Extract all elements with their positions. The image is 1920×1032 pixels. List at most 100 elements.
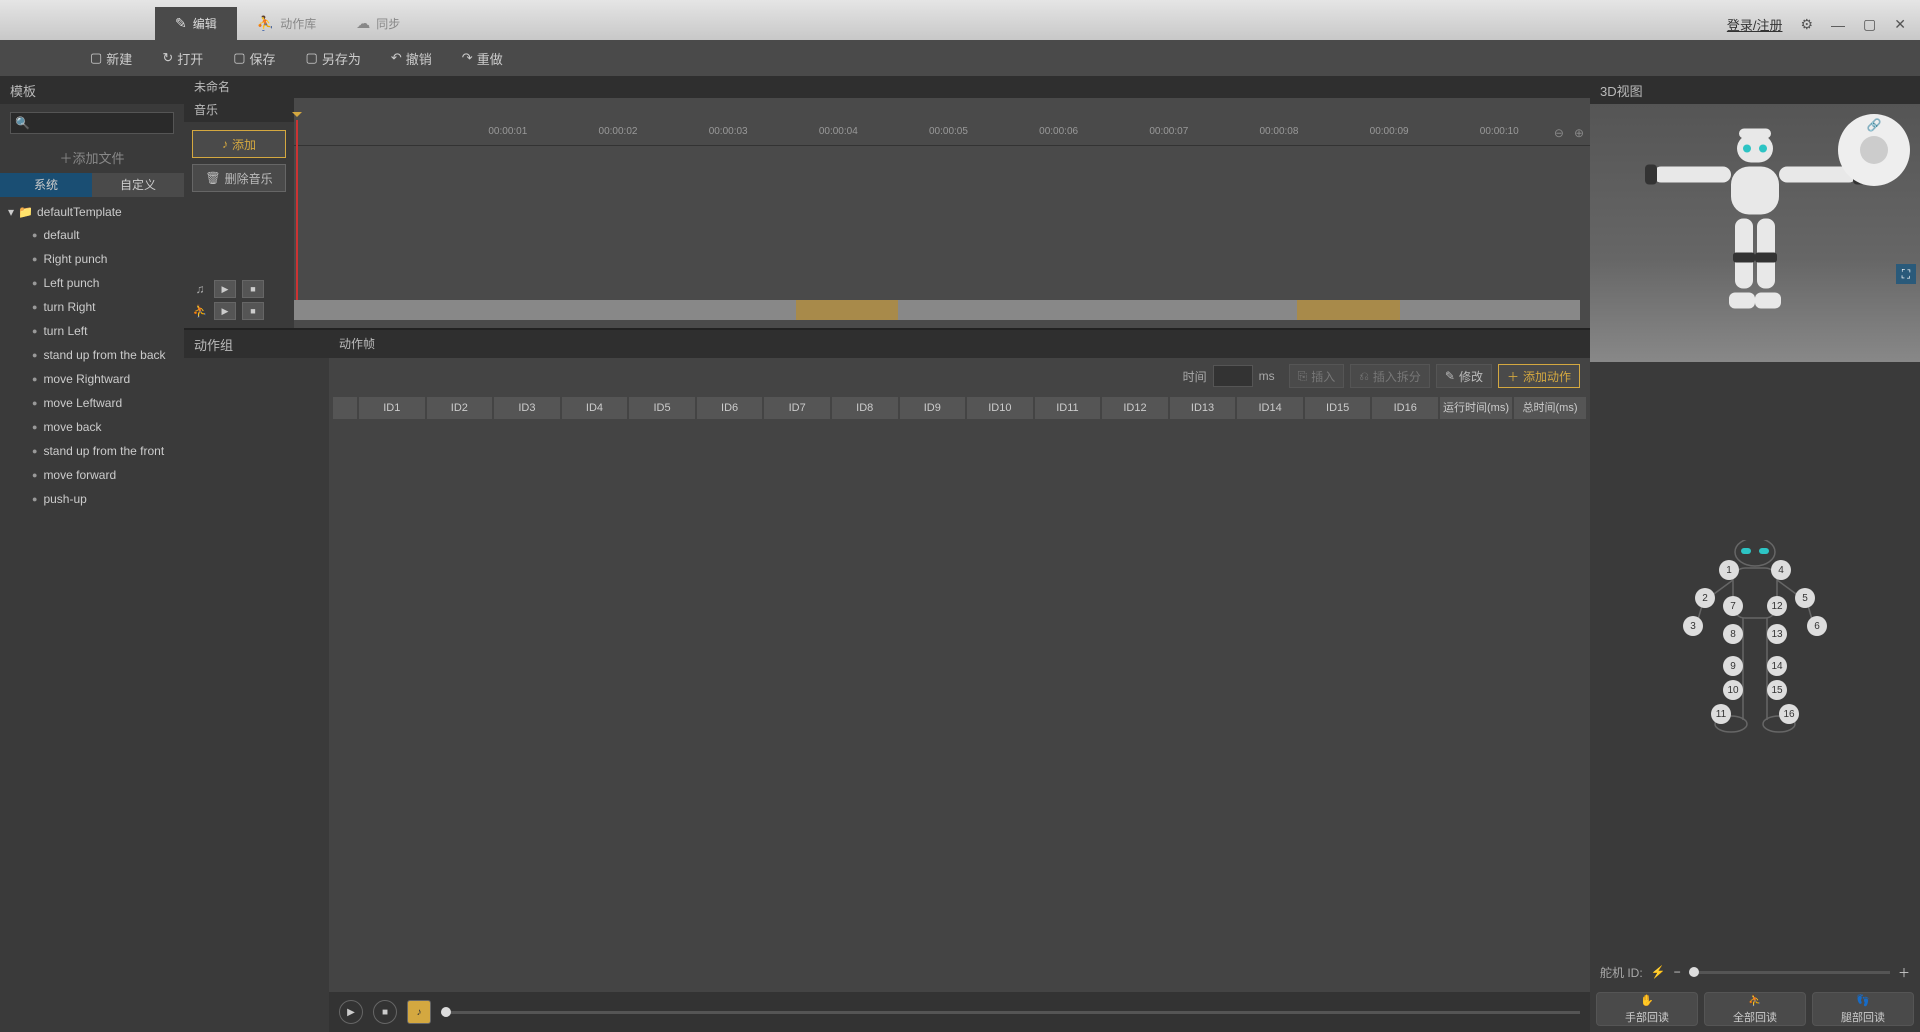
toolbar-新建[interactable]: ▢新建 — [90, 49, 132, 68]
servo-node-4[interactable]: 4 — [1771, 560, 1791, 580]
template-item[interactable]: turn Left — [0, 319, 184, 343]
playhead[interactable] — [296, 120, 298, 300]
zoom-out-icon[interactable]: ⊖ — [1554, 126, 1564, 140]
main-tab-编辑[interactable]: ✎编辑 — [155, 7, 237, 40]
zoom-in-icon[interactable]: ⊕ — [1574, 126, 1584, 140]
minus-button[interactable]: − — [1674, 965, 1681, 979]
template-item[interactable]: stand up from the front — [0, 439, 184, 463]
toolbar-icon: ▢ — [233, 50, 245, 66]
music-toggle-button[interactable]: ♪ — [407, 1000, 431, 1024]
servo-node-10[interactable]: 10 — [1723, 680, 1743, 700]
modify-button[interactable]: ✎ 修改 — [1436, 364, 1492, 388]
template-item[interactable]: Right punch — [0, 247, 184, 271]
toolbar-撤销[interactable]: ↶撤销 — [391, 49, 432, 68]
play-button[interactable]: ▶ — [339, 1000, 363, 1024]
timeline-ruler: 00:00:0100:00:0200:00:0300:00:0400:00:05… — [294, 122, 1590, 146]
plus-button[interactable]: ＋ — [1898, 964, 1910, 981]
track-segment[interactable] — [1297, 300, 1400, 320]
action-play-button[interactable]: ▶ — [214, 302, 236, 320]
servo-id-label: 舵机 ID: — [1600, 964, 1643, 981]
titlebar: ✎编辑⛹动作库☁同步 登录/注册 ⚙ — ▢ ✕ — [0, 0, 1920, 40]
progress-thumb[interactable] — [441, 1007, 451, 1017]
center-area: 未命名 音乐 ♪ 添加 🗑 删除音乐 ♫ ▶ ■ ⛹ ▶ — [184, 76, 1590, 1032]
view3d[interactable]: 🔗 — [1590, 104, 1920, 362]
template-item[interactable]: turn Right — [0, 295, 184, 319]
ruler-tick: 00:00:08 — [1259, 126, 1298, 137]
servo-thumb[interactable] — [1689, 967, 1699, 977]
servo-node-13[interactable]: 13 — [1767, 624, 1787, 644]
stop-button[interactable]: ■ — [373, 1000, 397, 1024]
servo-node-6[interactable]: 6 — [1807, 616, 1827, 636]
add-music-button[interactable]: ♪ 添加 — [192, 130, 286, 158]
readback-button-2[interactable]: 👣腿部回读 — [1812, 992, 1914, 1026]
servo-node-14[interactable]: 14 — [1767, 656, 1787, 676]
template-item[interactable]: move Leftward — [0, 391, 184, 415]
insert-split-button[interactable]: ⎌ 插入拆分 — [1350, 364, 1430, 388]
settings-icon[interactable]: ⚙ — [1800, 16, 1813, 33]
template-item[interactable]: move forward — [0, 463, 184, 487]
servo-node-1[interactable]: 1 — [1719, 560, 1739, 580]
toolbar-icon: ▢ — [306, 50, 318, 66]
minimize-icon[interactable]: — — [1831, 17, 1845, 33]
subtab-自定义[interactable]: 自定义 — [92, 173, 184, 197]
servo-slider[interactable] — [1689, 971, 1890, 974]
template-item[interactable]: push-up — [0, 487, 184, 511]
track-segment[interactable] — [796, 300, 899, 320]
action-stop-button[interactable]: ■ — [242, 302, 264, 320]
right-panel: 3D视图 — [1590, 76, 1920, 1032]
hud-center-icon[interactable] — [1860, 136, 1888, 164]
login-link[interactable]: 登录/注册 — [1727, 15, 1783, 34]
template-item[interactable]: default — [0, 223, 184, 247]
readback-icon: ⛹ — [1748, 994, 1762, 1007]
template-item[interactable]: stand up from the back — [0, 343, 184, 367]
readback-button-0[interactable]: ✋手部回读 — [1596, 992, 1698, 1026]
maximize-icon[interactable]: ▢ — [1863, 16, 1876, 33]
view-controls-hud[interactable]: 🔗 — [1838, 114, 1910, 186]
music-panel: 音乐 ♪ 添加 🗑 删除音乐 ♫ ▶ ■ ⛹ ▶ ■ — [184, 98, 1590, 330]
insert-button[interactable]: ⎘ 插入 — [1289, 364, 1345, 388]
music-play-button[interactable]: ▶ — [214, 280, 236, 298]
toolbar-重做[interactable]: ↷重做 — [462, 49, 503, 68]
readback-button-1[interactable]: ⛹全部回读 — [1704, 992, 1806, 1026]
add-file-button[interactable]: ＋添加文件 — [0, 142, 184, 173]
time-input[interactable] — [1213, 365, 1253, 387]
ruler-tick: 00:00:02 — [599, 126, 638, 137]
folder-label: defaultTemplate — [37, 205, 122, 219]
servo-node-15[interactable]: 15 — [1767, 680, 1787, 700]
servo-node-5[interactable]: 5 — [1795, 588, 1815, 608]
link-icon[interactable]: 🔗 — [1867, 118, 1882, 132]
servo-node-12[interactable]: 12 — [1767, 596, 1787, 616]
tree-folder[interactable]: ▾ 📁 defaultTemplate — [0, 201, 184, 223]
servo-node-2[interactable]: 2 — [1695, 588, 1715, 608]
servo-node-3[interactable]: 3 — [1683, 616, 1703, 636]
template-item[interactable]: Left punch — [0, 271, 184, 295]
servo-node-8[interactable]: 8 — [1723, 624, 1743, 644]
action-icon: ⛹ — [192, 304, 208, 318]
music-stop-button[interactable]: ■ — [242, 280, 264, 298]
servo-node-7[interactable]: 7 — [1723, 596, 1743, 616]
toolbar-保存[interactable]: ▢保存 — [233, 49, 275, 68]
servo-node-16[interactable]: 16 — [1779, 704, 1799, 724]
main-tab-动作库[interactable]: ⛹动作库 — [237, 7, 336, 40]
expand-button[interactable]: ⛶ — [1896, 264, 1916, 284]
main-tab-同步[interactable]: ☁同步 — [336, 7, 420, 40]
progress-track[interactable] — [441, 1011, 1580, 1014]
toolbar-打开[interactable]: ↻打开 — [162, 49, 203, 68]
column-header: ID14 — [1237, 397, 1303, 419]
add-action-button[interactable]: ＋ 添加动作 — [1498, 364, 1580, 388]
bolt-icon[interactable]: ⚡ — [1651, 965, 1666, 979]
timeline[interactable]: 00:00:0100:00:0200:00:0300:00:0400:00:05… — [294, 98, 1590, 328]
delete-music-button[interactable]: 🗑 删除音乐 — [192, 164, 286, 192]
servo-node-11[interactable]: 11 — [1711, 704, 1731, 724]
toolbar-另存为[interactable]: ▢另存为 — [306, 49, 361, 68]
template-item[interactable]: move Rightward — [0, 367, 184, 391]
track-strip[interactable] — [294, 300, 1580, 320]
search-input[interactable] — [30, 116, 185, 130]
tab-icon: ⛹ — [257, 15, 274, 32]
template-item[interactable]: move back — [0, 415, 184, 439]
close-icon[interactable]: ✕ — [1894, 16, 1906, 33]
servo-node-9[interactable]: 9 — [1723, 656, 1743, 676]
action-group-header: 动作组 — [184, 330, 329, 358]
subtab-系统[interactable]: 系统 — [0, 173, 92, 197]
search-box[interactable]: 🔍 — [10, 112, 174, 134]
